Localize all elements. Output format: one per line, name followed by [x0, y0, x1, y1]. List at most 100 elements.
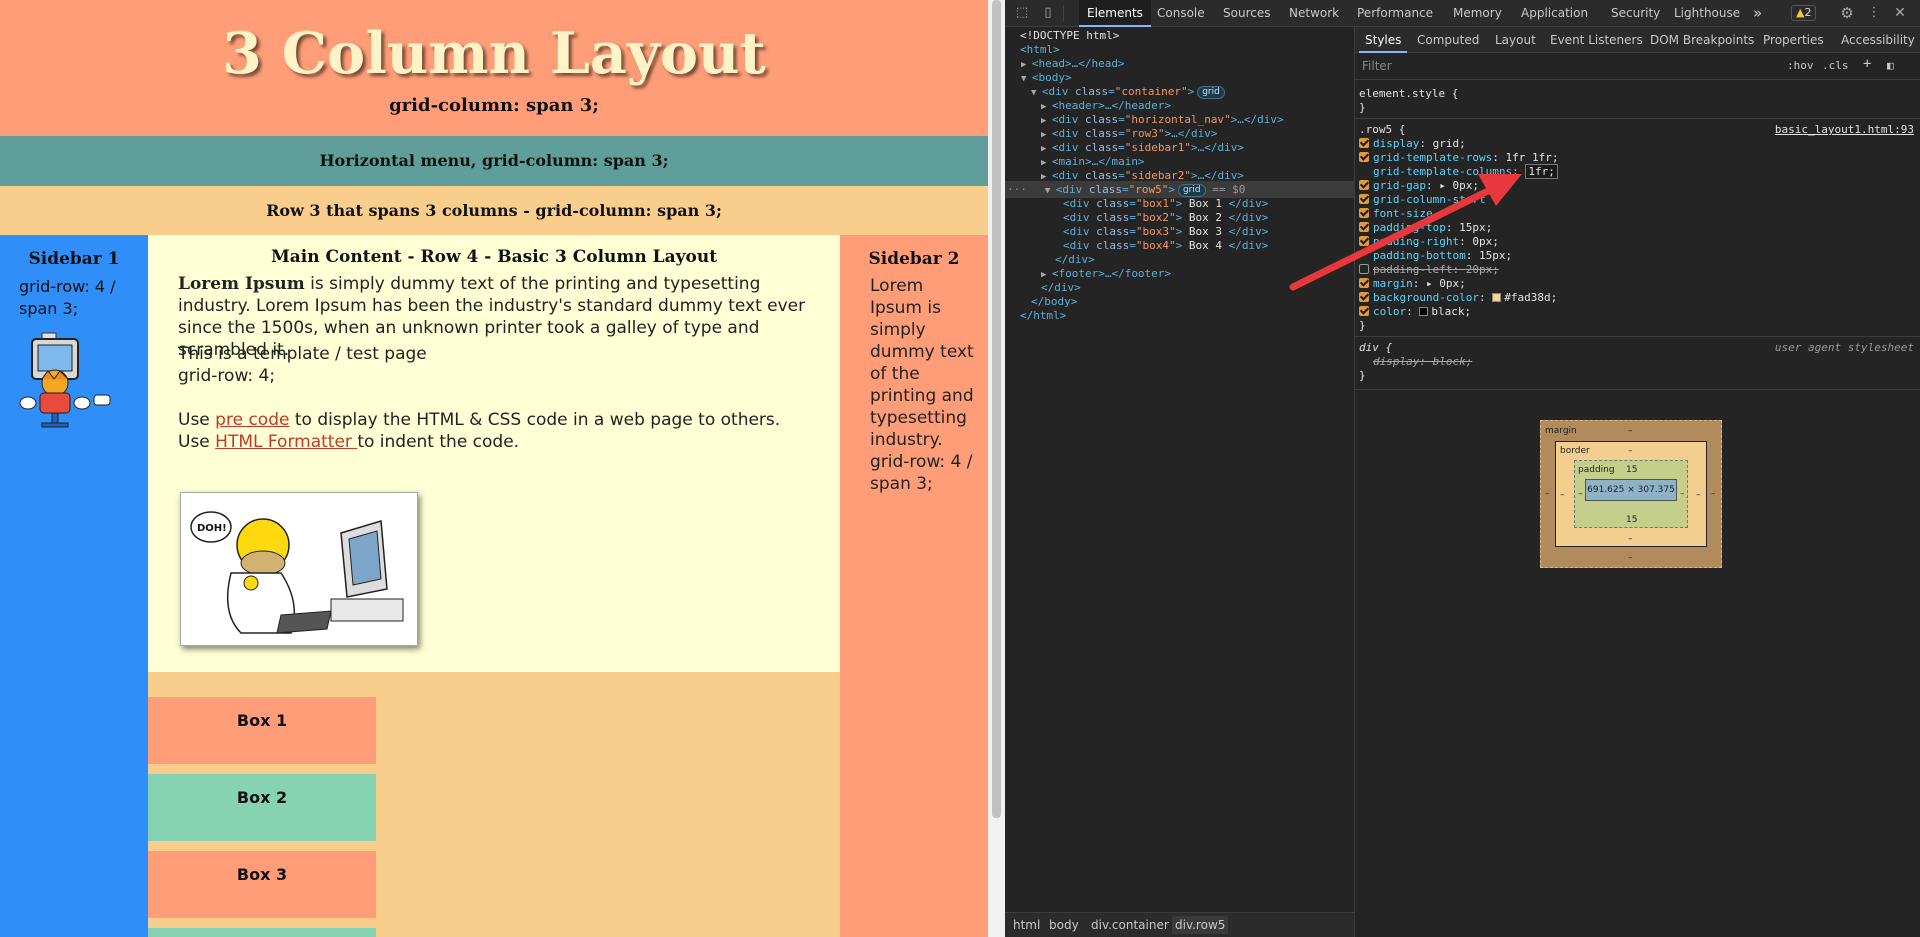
tab-performance[interactable]: Performance — [1357, 0, 1433, 27]
decl-val: 15px; — [1478, 249, 1513, 262]
decl-checkbox[interactable] — [1359, 292, 1369, 302]
tab-properties[interactable]: Properties — [1763, 27, 1824, 53]
decl-val: ▸ 0px; — [1426, 277, 1466, 290]
cls-toggle[interactable]: .cls — [1822, 59, 1849, 72]
dom-html-close[interactable]: </html> — [1020, 307, 1066, 324]
decl-display[interactable]: display: grid; — [1359, 137, 1466, 151]
decl-grid-gap[interactable]: grid-gap: ▸ 0px; — [1359, 179, 1479, 193]
decl-checkbox[interactable] — [1359, 236, 1369, 246]
decl-font-size[interactable]: font-size — [1359, 207, 1433, 221]
color-swatch-icon[interactable] — [1419, 307, 1429, 316]
decl-checkbox[interactable] — [1359, 194, 1369, 204]
bm-padding-bottom[interactable]: 15 — [1626, 515, 1637, 525]
devtools-toolbar: ⬚ ▯ Elements Console Sources Network Per… — [1005, 0, 1920, 27]
decl-checkbox[interactable] — [1359, 180, 1369, 190]
ellipsis-icon[interactable]: ··· — [1005, 183, 1027, 196]
row5-rule-selector[interactable]: .row5 { — [1359, 123, 1405, 137]
tab-application[interactable]: Application — [1521, 0, 1588, 27]
homer-doh-illustration: DOH! — [190, 511, 404, 634]
decl-checkbox[interactable] — [1359, 138, 1369, 148]
bm-padding-left[interactable]: – — [1578, 489, 1583, 499]
tab-elements[interactable]: Elements — [1079, 0, 1151, 27]
box4-class: box4 — [1142, 239, 1170, 252]
toggle-sidebar-icon[interactable]: ◧ — [1887, 59, 1894, 72]
tab-security[interactable]: Security — [1611, 0, 1660, 27]
decl-background-color[interactable]: background-color: #fad38d; — [1359, 291, 1557, 305]
decl-grid-template-rows[interactable]: grid-template-rows: 1fr 1fr; — [1359, 151, 1558, 165]
breadcrumb-row5[interactable]: div.row5 — [1172, 916, 1229, 934]
element-style-close: } — [1359, 101, 1366, 114]
tab-dom-breakpoints[interactable]: DOM Breakpoints — [1650, 27, 1754, 53]
tab-styles[interactable]: Styles — [1358, 27, 1408, 53]
decl-checkbox[interactable] — [1359, 152, 1369, 162]
hov-toggle[interactable]: :hov — [1787, 59, 1814, 72]
breadcrumb-html[interactable]: html — [1013, 918, 1040, 932]
use-text: Use — [178, 410, 216, 430]
page-scrollbar-thumb[interactable] — [992, 0, 1001, 818]
tab-network[interactable]: Network — [1289, 0, 1339, 27]
decl-padding-left[interactable]: padding-left: 20px; — [1359, 263, 1499, 277]
color-swatch-icon[interactable] — [1492, 293, 1502, 302]
decl-prop: padding-top — [1373, 221, 1446, 234]
html-formatter-link[interactable]: HTML Formatter — [215, 432, 357, 452]
close-devtools-icon[interactable]: ✕ — [1892, 5, 1908, 21]
ua-rule-selector[interactable]: div { — [1359, 341, 1392, 355]
bm-padding-top[interactable]: 15 — [1626, 465, 1637, 475]
rule-separator — [1355, 336, 1920, 337]
decl-checkbox-unchecked[interactable] — [1359, 264, 1369, 274]
decl-checkbox[interactable] — [1359, 306, 1369, 316]
tab-layout[interactable]: Layout — [1495, 27, 1536, 53]
decl-checkbox[interactable] — [1359, 278, 1369, 288]
use-text-2: Use — [178, 432, 216, 452]
decl-prop: padding-right — [1373, 235, 1460, 248]
pre-code-link[interactable]: pre code — [215, 410, 289, 430]
decl-value-edit-field[interactable]: 1fr; — [1525, 164, 1558, 179]
decl-grid-template-columns[interactable]: grid-template-columns: 1fr; — [1359, 164, 1558, 179]
decl-prop: color — [1373, 305, 1407, 318]
tab-event-listeners[interactable]: Event Listeners — [1550, 27, 1643, 53]
bm-margin-top: – — [1628, 426, 1633, 436]
kebab-menu-icon[interactable]: ⋮ — [1866, 5, 1882, 21]
collapse-triangle-icon[interactable]: ▼ — [1045, 186, 1056, 196]
decl-val: ▸ 0px; — [1439, 179, 1479, 192]
tab-console[interactable]: Console — [1157, 0, 1205, 27]
inspect-element-icon[interactable]: ⬚ — [1014, 5, 1030, 21]
decl-prop: grid-gap — [1373, 179, 1426, 192]
decl-padding-top[interactable]: padding-top: 15px; — [1359, 221, 1492, 235]
tab-computed[interactable]: Computed — [1417, 27, 1479, 53]
page-scrollbar[interactable] — [988, 0, 1005, 937]
grid-row-text: grid-row: 4; — [178, 366, 276, 386]
ua-decl-text: display: block; — [1373, 355, 1473, 368]
decl-padding-bottom[interactable]: padding-bottom: 15px; — [1359, 249, 1512, 263]
bm-padding-box: padding 15 – – 691.625 × 307.375 15 — [1574, 460, 1688, 528]
web-page-viewport: 3 Column Layout grid-column: span 3; Hor… — [0, 0, 988, 937]
tab-memory[interactable]: Memory — [1453, 0, 1502, 27]
device-toolbar-icon[interactable]: ▯ — [1040, 5, 1056, 21]
use-text-2-rest: to indent the code. — [357, 432, 520, 452]
decl-checkbox[interactable] — [1359, 222, 1369, 232]
rule-source-link[interactable]: basic_layout1.html:93 — [1775, 123, 1914, 136]
decl-margin[interactable]: margin: ▸ 0px; — [1359, 277, 1466, 291]
breadcrumb: html body div.container div.row5 — [1005, 912, 1354, 937]
tab-sources[interactable]: Sources — [1223, 0, 1270, 27]
tab-accessibility[interactable]: Accessibility — [1841, 27, 1915, 53]
decl-val: 0px; — [1472, 235, 1499, 248]
grid-badge[interactable]: grid — [1197, 86, 1225, 99]
bm-margin-left: – — [1545, 489, 1550, 499]
breadcrumb-container[interactable]: div.container — [1091, 918, 1169, 932]
warnings-badge[interactable]: ▲2 — [1791, 5, 1817, 21]
element-style-selector[interactable]: element.style { — [1359, 87, 1458, 101]
styles-filter-input[interactable]: Filter — [1359, 57, 1776, 76]
decl-padding-right[interactable]: padding-right: 0px; — [1359, 235, 1499, 249]
decl-color[interactable]: color: black; — [1359, 305, 1471, 319]
box-1: Box 1 — [148, 697, 376, 764]
breadcrumb-body[interactable]: body — [1049, 918, 1079, 932]
new-rule-plus-icon[interactable]: + — [1863, 56, 1871, 72]
settings-gear-icon[interactable]: ⚙ — [1839, 5, 1855, 21]
bm-padding-right[interactable]: – — [1680, 489, 1685, 499]
more-tabs-icon[interactable]: » — [1753, 0, 1762, 27]
bm-border-top: – — [1628, 446, 1633, 456]
tab-lighthouse[interactable]: Lighthouse — [1674, 0, 1740, 27]
decl-checkbox[interactable] — [1359, 208, 1369, 218]
decl-grid-column-start[interactable]: grid-column-start — [1359, 193, 1486, 207]
